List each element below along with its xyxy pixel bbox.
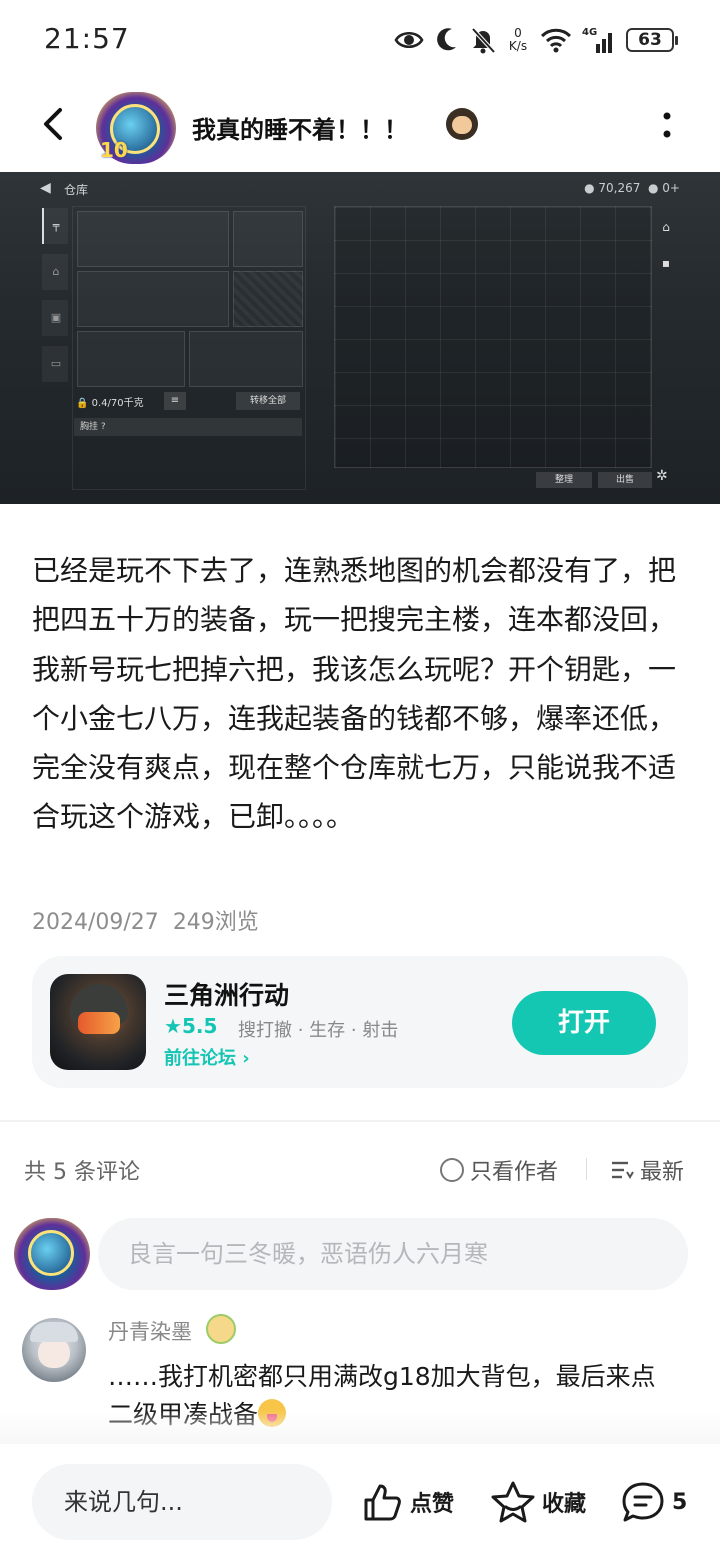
comments-button[interactable]: 5	[620, 1478, 687, 1526]
favorite-label: 收藏	[542, 1492, 587, 1517]
back-icon[interactable]	[30, 100, 78, 148]
post-image[interactable]: ◀ 仓库 ● 70,267 ● 0+ ╤ ⌂ ▣ ▭ 🔒 0.4/70千克 ≡ …	[0, 172, 720, 504]
app-card[interactable]: 三角洲行动 ★5.5 搜打撤 · 生存 · 射击 前往论坛 › 打开	[32, 956, 688, 1088]
image-sell-button: 出售	[598, 472, 652, 488]
app-tags: 搜打撤 · 生存 · 射击	[238, 1020, 399, 1041]
battery-indicator: 63	[626, 28, 678, 52]
title-emoji-icon	[446, 108, 478, 140]
sort-icon	[612, 1161, 634, 1179]
post-date: 2024/09/27	[32, 910, 159, 935]
author-only-toggle[interactable]: 只看作者	[440, 1154, 558, 1186]
image-slot-rifle2	[77, 271, 229, 327]
post-meta: 2024/09/27 249浏览	[32, 904, 259, 936]
author-only-label: 只看作者	[470, 1160, 559, 1185]
forum-link[interactable]: 前往论坛 ›	[164, 1044, 250, 1070]
image-coins2-value: 0+	[662, 181, 680, 195]
image-back-icon: ◀	[40, 180, 51, 196]
net-speed: 0 K/s	[506, 27, 530, 53]
app-icon-visor	[78, 1012, 120, 1034]
comment-bubble-icon	[622, 1482, 664, 1522]
image-title: 仓库	[64, 183, 89, 197]
user-badge-icon	[206, 1314, 236, 1344]
my-avatar-planet	[28, 1230, 74, 1276]
comment-count: 共 5 条评论	[24, 1160, 140, 1185]
image-slot-pistol	[233, 211, 303, 267]
image-case-tab-icon: ▭	[42, 346, 68, 382]
open-app-button[interactable]: 打开	[512, 991, 656, 1055]
comment-count-badge: 5	[672, 1489, 688, 1515]
image-gear-icon: ✲	[656, 468, 668, 484]
sort-latest-button[interactable]: 最新	[610, 1154, 684, 1186]
post-header: 10 我真的睡不着！！！	[0, 80, 720, 172]
image-list-icon: ≡	[164, 392, 186, 410]
svg-text:4G: 4G	[582, 27, 597, 38]
moon-icon	[437, 28, 456, 51]
separator	[586, 1158, 587, 1180]
image-lock-icon: ⌂	[662, 220, 670, 234]
avatar-badge: 10	[100, 138, 128, 162]
image-slot-knife	[233, 271, 303, 327]
forum-link-label: 前往论坛	[164, 1048, 236, 1069]
image-slot-helmet	[77, 331, 185, 387]
chevron-right-icon: ›	[242, 1048, 250, 1069]
scroll-fade	[0, 1410, 720, 1444]
image-coins-value: 70,267	[598, 181, 641, 195]
image-sort-button: 整理	[536, 472, 592, 488]
image-weight: 🔒 0.4/70千克	[76, 398, 144, 409]
favorite-button[interactable]: 收藏	[490, 1478, 586, 1526]
image-weight-value: 0.4/70千克	[91, 398, 144, 409]
net-speed-unit: K/s	[508, 39, 528, 53]
app-rating-value: 5.5	[181, 1014, 218, 1038]
post-body: 已经是玩不下去了，连熟悉地图的机会都没有了，把把四五十万的装备，玩一把搜完主楼，…	[32, 554, 677, 834]
sort-latest-label: 最新	[640, 1160, 685, 1185]
like-label: 点赞	[410, 1492, 455, 1517]
image-slot-rifle	[77, 211, 229, 267]
image-lock2-icon: ▪	[661, 256, 671, 270]
comment-avatar[interactable]	[22, 1318, 86, 1382]
image-slot-armor	[189, 331, 303, 387]
post-views: 249浏览	[172, 910, 259, 935]
my-avatar	[14, 1218, 90, 1290]
thumbs-up-icon	[364, 1484, 401, 1521]
radio-circle-icon	[440, 1158, 464, 1182]
more-icon[interactable]	[652, 108, 682, 144]
bottom-bar: 来说几句... 点赞 收藏 5	[0, 1444, 720, 1560]
image-gun-tab-icon: ╤	[42, 208, 68, 244]
app-icon	[50, 974, 146, 1070]
image-helmet-tab-icon: ⌂	[42, 254, 68, 290]
signal-icon: 4G	[582, 27, 612, 53]
image-side-tabs: ╤ ⌂ ▣ ▭	[42, 208, 70, 488]
image-coins: ● 70,267 ● 0+	[584, 181, 680, 195]
status-icons: 0 K/s 4G 63	[394, 24, 678, 56]
status-time: 21:57	[44, 22, 130, 55]
status-bar: 21:57 0 K/s 4G 63	[0, 0, 720, 80]
author-avatar[interactable]: 10	[96, 92, 176, 164]
image-chest-rig: 胸挂 ?	[74, 418, 302, 436]
image-storage-grid	[334, 206, 652, 468]
image-armor-tab-icon: ▣	[42, 300, 68, 336]
image-right-icons: ⌂ ▪	[656, 220, 676, 292]
app-name: 三角洲行动	[164, 981, 290, 1010]
section-divider	[0, 1120, 720, 1122]
eye-icon	[394, 31, 424, 49]
image-transfer-all: 转移全部	[236, 392, 300, 410]
page-title: 我真的睡不着！！！	[192, 116, 408, 144]
like-button[interactable]: 点赞	[360, 1478, 454, 1526]
star-icon	[491, 1481, 535, 1523]
comment-input[interactable]	[98, 1218, 688, 1290]
mute-icon	[471, 27, 496, 54]
wifi-icon	[540, 28, 572, 53]
app-rating: ★5.5	[164, 1014, 218, 1038]
bottom-comment-input[interactable]: 来说几句...	[32, 1464, 332, 1540]
comment-username[interactable]: 丹青染墨	[108, 1316, 192, 1346]
image-topbar: ◀ 仓库 ● 70,267 ● 0+	[40, 178, 680, 202]
image-loadout-panel	[72, 206, 306, 490]
